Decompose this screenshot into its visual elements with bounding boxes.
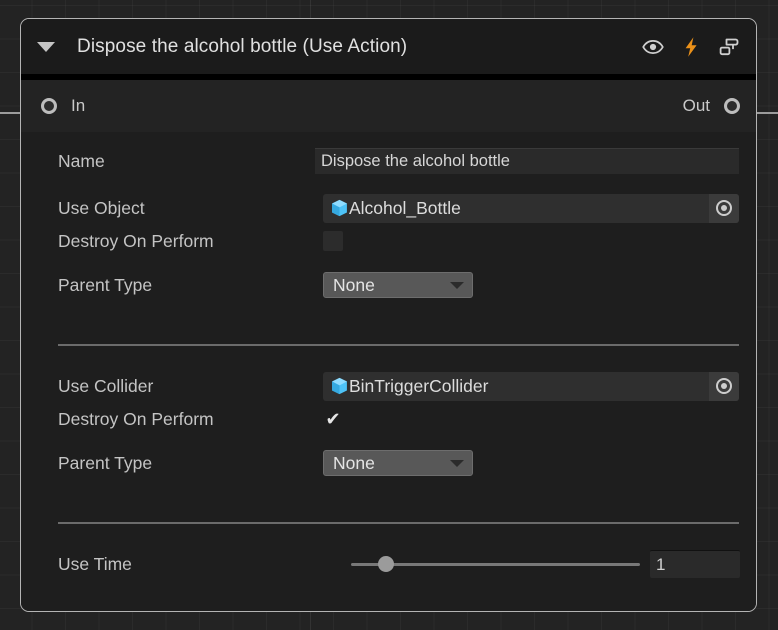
use-time-value-input[interactable] xyxy=(650,550,740,578)
parent-type-dropdown-2[interactable]: None xyxy=(323,450,473,476)
name-label: Name xyxy=(58,150,105,171)
object-picker-icon[interactable] xyxy=(709,371,739,401)
destroy-on-perform-checkbox-wrap-1: ✔ xyxy=(323,231,343,251)
parent-type-label-1: Parent Type xyxy=(58,274,153,295)
picker-dot xyxy=(721,383,727,389)
use-collider-label: Use Collider xyxy=(58,375,154,396)
parent-type-dropdown-1[interactable]: None xyxy=(323,272,473,298)
destroy-on-perform-checkbox-2[interactable]: ✔ xyxy=(323,409,343,429)
picker-ring xyxy=(716,200,732,216)
use-object-label: Use Object xyxy=(58,197,145,218)
destroy-on-perform-checkbox-wrap-2: ✔ xyxy=(323,409,343,429)
destroy-on-perform-checkbox-1[interactable]: ✔ xyxy=(323,231,343,251)
node-header[interactable]: Dispose the alcohol bottle (Use Action) xyxy=(21,19,756,74)
port-out[interactable] xyxy=(724,98,740,114)
use-collider-field[interactable]: BinTriggerCollider xyxy=(323,371,739,401)
collapse-triangle-down-icon[interactable] xyxy=(37,41,55,52)
use-time-slider[interactable] xyxy=(351,554,640,574)
slider-handle[interactable] xyxy=(377,556,394,572)
field-row-use-object: Use Object Alcohol_Bottle xyxy=(37,190,740,226)
use-collider-value: BinTriggerCollider xyxy=(349,375,489,396)
use-object-field[interactable]: Alcohol_Bottle xyxy=(323,193,739,223)
node-ports-row: In Out xyxy=(21,80,756,132)
lightning-bolt-icon[interactable] xyxy=(678,34,704,60)
field-row-parent-type-2: Parent Type None xyxy=(37,448,740,478)
field-row-use-time: Use Time xyxy=(37,546,740,582)
picker-ring xyxy=(716,378,732,394)
chevron-down-icon xyxy=(450,281,464,289)
node-body: Name Use Object Alcohol_Bottle xyxy=(21,132,756,611)
eye-icon[interactable] xyxy=(640,34,666,60)
field-row-destroy-on-perform-2: Destroy On Perform ✔ xyxy=(37,404,740,434)
use-object-value: Alcohol_Bottle xyxy=(349,197,461,218)
use-action-node[interactable]: Dispose the alcohol bottle (Use Action) … xyxy=(20,18,757,612)
use-time-label: Use Time xyxy=(58,553,132,574)
chevron-down-icon xyxy=(450,459,464,467)
field-row-name: Name xyxy=(37,146,740,176)
destroy-on-perform-label-1: Destroy On Perform xyxy=(58,230,214,251)
destroy-on-perform-label-2: Destroy On Perform xyxy=(58,408,214,429)
parent-type-label-2: Parent Type xyxy=(58,452,153,473)
field-row-parent-type-1: Parent Type None xyxy=(37,270,740,300)
edge-connection-out[interactable] xyxy=(757,112,778,114)
name-input[interactable] xyxy=(315,148,739,174)
slider-track xyxy=(351,562,640,566)
picker-dot xyxy=(721,205,727,211)
field-row-destroy-on-perform-1: Destroy On Perform ✔ xyxy=(37,226,740,256)
edge-connection-in[interactable] xyxy=(0,112,22,114)
port-in[interactable] xyxy=(41,98,57,114)
node-title: Dispose the alcohol bottle (Use Action) xyxy=(77,35,408,57)
extract-node-icon[interactable] xyxy=(716,34,742,60)
checkmark-icon: ✔ xyxy=(325,409,341,429)
port-out-label: Out xyxy=(682,96,710,115)
object-picker-icon[interactable] xyxy=(709,193,739,223)
field-row-use-collider: Use Collider BinTriggerCollider xyxy=(37,368,740,404)
parent-type-value-1: None xyxy=(333,274,375,295)
parent-type-value-2: None xyxy=(333,452,375,473)
port-in-label: In xyxy=(71,96,86,115)
prefab-cube-icon xyxy=(332,377,347,395)
prefab-cube-icon xyxy=(332,199,347,217)
